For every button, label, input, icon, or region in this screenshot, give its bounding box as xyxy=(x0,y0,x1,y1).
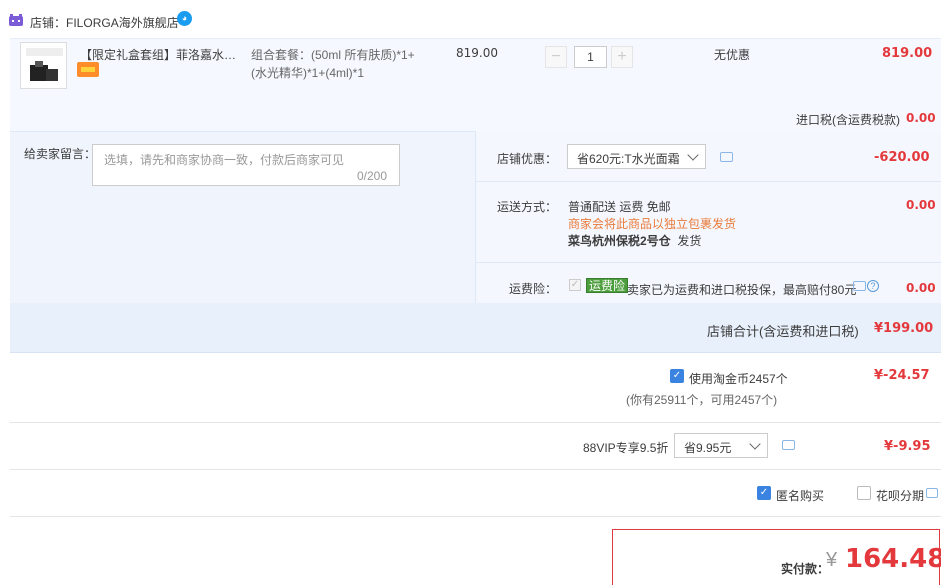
divider xyxy=(475,262,941,263)
sku-line1: 组合套餐：(50ml 所有肤质)*1+ xyxy=(251,48,415,62)
shipping-value: 0.00 xyxy=(906,198,936,212)
shop-prefix: 店铺： xyxy=(30,16,67,30)
help-icon[interactable]: ? xyxy=(867,280,879,292)
chevron-down-icon xyxy=(749,438,761,450)
sku-line2: (水光精华)*1+(4ml)*1 xyxy=(251,66,365,80)
shop-total-value: ¥199.00 xyxy=(874,321,934,336)
comment-icon[interactable] xyxy=(782,440,795,450)
chevron-down-icon xyxy=(687,149,699,161)
quantity-minus-button[interactable]: − xyxy=(545,46,567,68)
shop-discount-value: -620.00 xyxy=(874,150,930,165)
shipping-method: 普通配送 运费 免邮 xyxy=(568,200,671,214)
shop-name[interactable]: 店铺：FILORGA海外旗舰店 xyxy=(30,14,179,31)
product-thumbnail[interactable] xyxy=(20,42,67,89)
divider xyxy=(10,516,941,517)
vip-discount-select[interactable]: 省9.95元 xyxy=(674,433,768,458)
tmall-cat-icon xyxy=(9,14,23,26)
insurance-checkbox: ✓ xyxy=(569,279,581,291)
sku-info: 组合套餐：(50ml 所有肤质)*1+ (水光精华)*1+(4ml)*1 xyxy=(251,46,431,82)
insurance-value: 0.00 xyxy=(906,281,936,295)
wangwang-chat-icon[interactable]: ◕ xyxy=(177,11,192,26)
vip-value: ¥-9.95 xyxy=(884,439,931,454)
message-label: 给卖家留言： xyxy=(24,147,97,161)
message-char-count: 0/200 xyxy=(357,169,388,183)
item-total: 819.00 xyxy=(882,46,933,61)
vip-selected: 省9.95元 xyxy=(684,441,732,455)
quantity-input[interactable]: 1 xyxy=(574,46,607,68)
item-discount: 无优惠 xyxy=(714,48,751,62)
product-title[interactable]: 【限定礼盒套组】菲洛嘉水光套... xyxy=(80,46,246,63)
shop-discount-selected: 省620元:T水光面霜 xyxy=(577,152,680,166)
shipping-warehouse: 菜鸟杭州保税2号仓 发货 xyxy=(568,232,701,249)
comment-icon[interactable] xyxy=(853,281,866,291)
coins-available: (你有25911个，可用2457个) xyxy=(626,393,778,407)
huabei-checkbox[interactable] xyxy=(857,486,871,500)
warehouse-name: 菜鸟杭州保税2号仓 xyxy=(568,234,671,248)
insurance-label: 运费险： xyxy=(509,282,558,296)
insurance-badge: 运费险 xyxy=(586,278,629,293)
warehouse-suffix: 发货 xyxy=(677,234,702,248)
anonymous-checkbox[interactable]: ✓ xyxy=(757,486,771,500)
insurance-text: 卖家已为运费和进口税投保，最高赔付80元 xyxy=(627,283,857,297)
comment-icon[interactable] xyxy=(720,152,733,162)
shop-name-text[interactable]: FILORGA海外旗舰店 xyxy=(66,16,179,30)
quantity-plus-button[interactable]: + xyxy=(611,46,633,68)
vip-label: 88VIP专享9.5折 xyxy=(583,441,669,455)
credit-card-icon xyxy=(77,62,99,77)
shipping-note: 商家会将此商品以独立包裹发货 xyxy=(568,217,737,231)
shop-discount-label: 店铺优惠： xyxy=(497,152,558,166)
divider xyxy=(10,469,941,470)
payment-label: 实付款： xyxy=(781,562,830,576)
comment-icon[interactable] xyxy=(926,488,938,498)
anonymous-label[interactable]: 匿名购买 xyxy=(776,487,824,504)
use-coins-label[interactable]: 使用淘金币2457个 xyxy=(689,370,788,387)
divider xyxy=(475,181,941,182)
divider xyxy=(10,422,941,423)
message-placeholder: 选填，请先和商家协商一致，付款后商家可见 xyxy=(104,153,345,167)
use-coins-checkbox[interactable]: ✓ xyxy=(670,369,684,383)
import-tax-value: 0.00 xyxy=(906,111,936,125)
unit-price: 819.00 xyxy=(456,46,498,60)
shop-total-label: 店铺合计(含运费和进口税) xyxy=(707,324,859,339)
shop-discount-select[interactable]: 省620元:T水光面霜 xyxy=(567,144,706,169)
payment-currency: ¥ xyxy=(826,549,838,571)
coins-value: ¥-24.57 xyxy=(874,368,930,383)
import-tax-label: 进口税(含运费税款) xyxy=(796,113,900,127)
huabei-label[interactable]: 花呗分期 xyxy=(876,487,924,504)
payment-total: 164.48 xyxy=(845,544,941,574)
shipping-label: 运送方式： xyxy=(497,200,558,214)
